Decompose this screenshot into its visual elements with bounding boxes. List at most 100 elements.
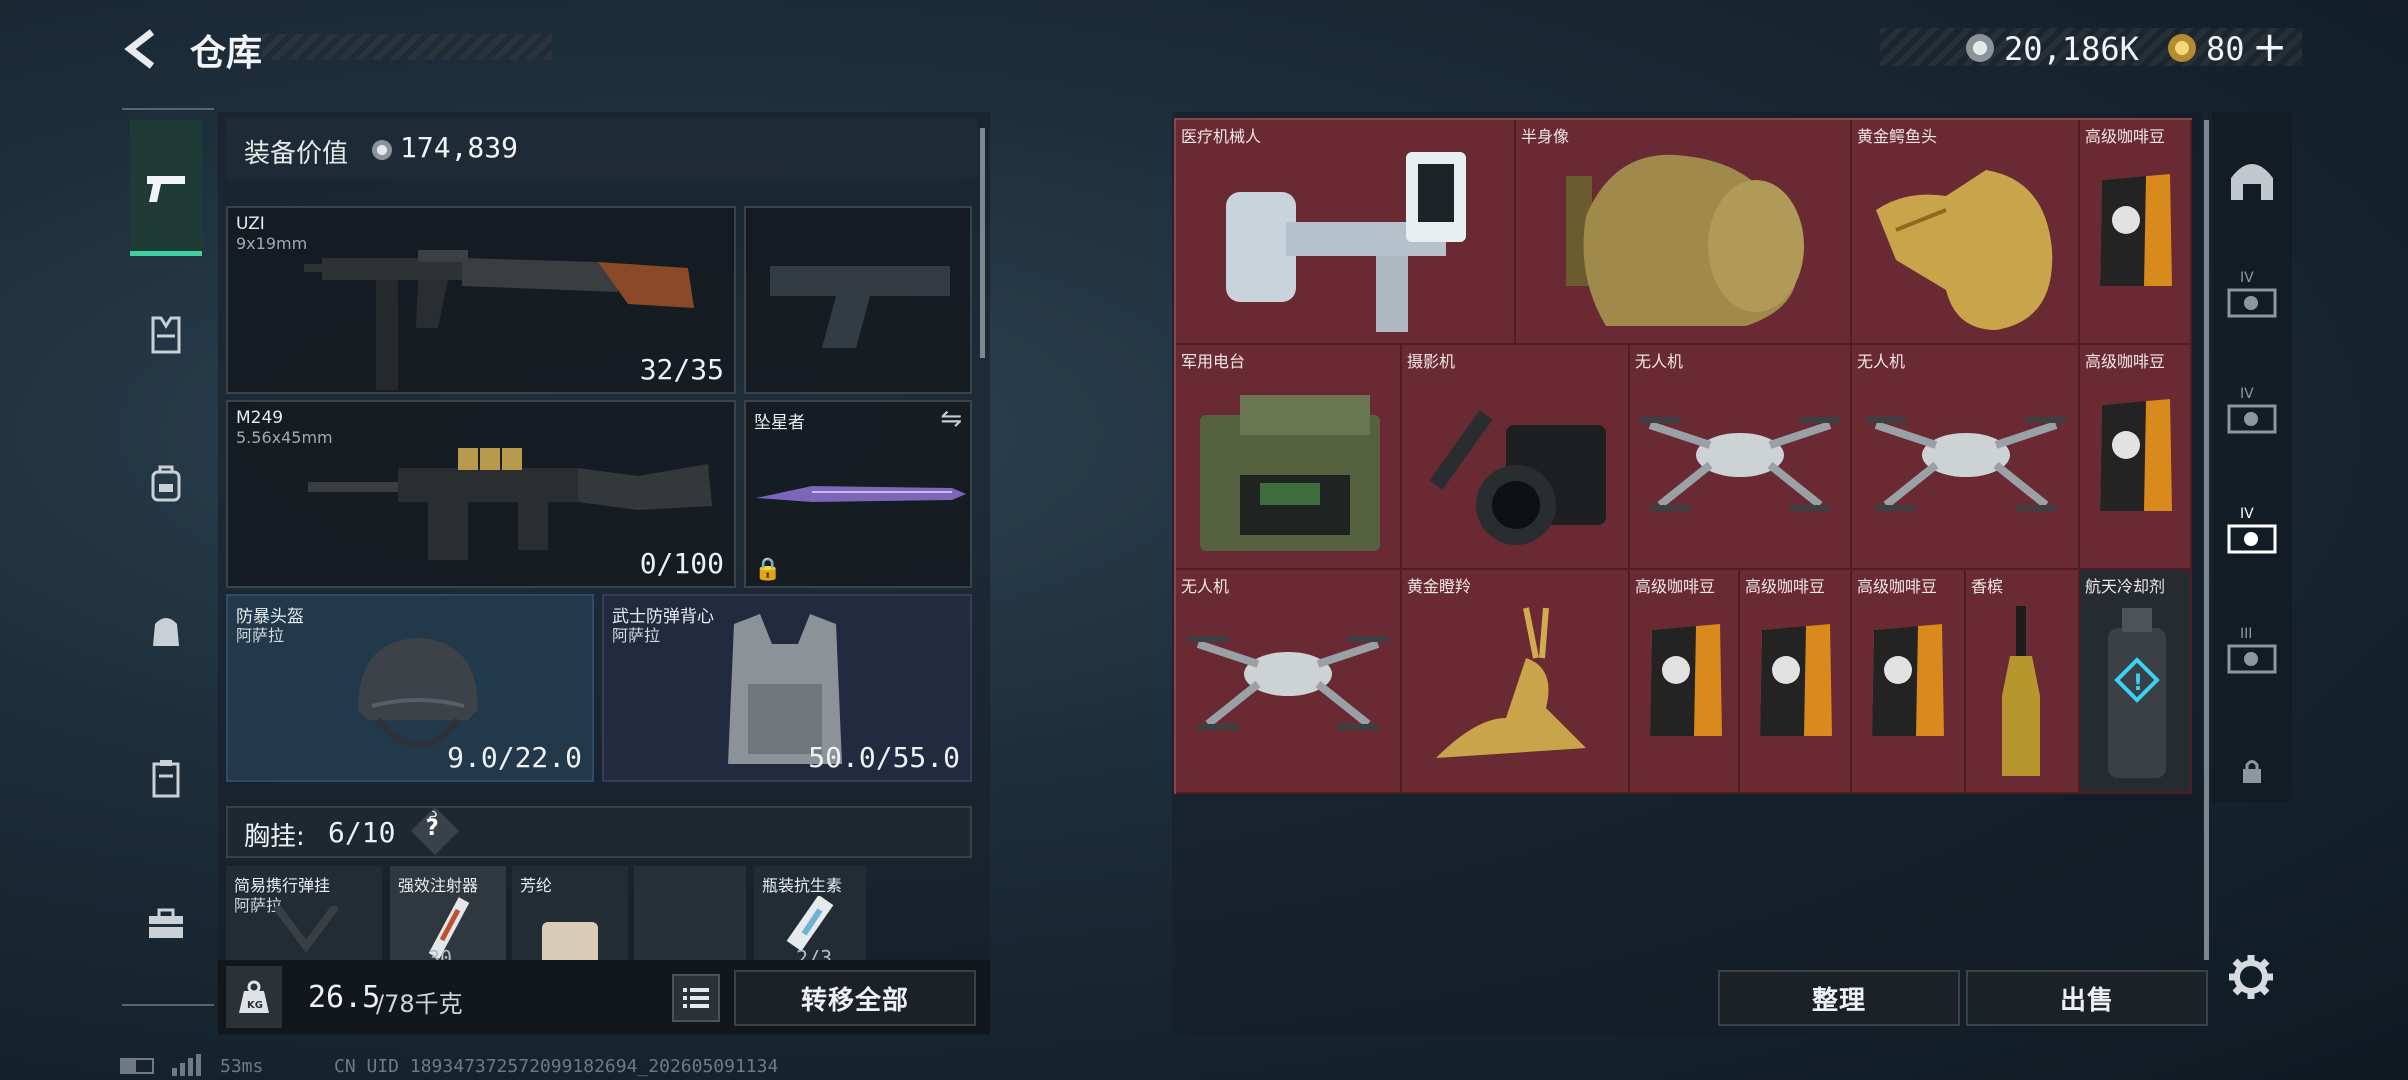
svg-text:!: ! <box>2133 671 2143 696</box>
side-nav-toolbox-tab[interactable] <box>130 890 202 962</box>
side-nav-weapons-tab[interactable] <box>130 120 202 256</box>
title-underline-decoration <box>262 34 552 60</box>
coffee-bag-icon <box>2100 174 2172 286</box>
pouch-icon <box>153 618 179 646</box>
side-nav-armor-tab[interactable] <box>130 300 202 372</box>
stash-item[interactable]: 高级咖啡豆 <box>1740 570 1852 794</box>
case-icon <box>152 760 180 798</box>
help-icon: ? <box>426 816 439 841</box>
weapon-name: M249 <box>236 408 284 428</box>
stash-item[interactable]: 高级咖啡豆 <box>2080 120 2192 345</box>
stash-item[interactable]: 黄金瞪羚 <box>1402 570 1630 794</box>
settings-button[interactable] <box>2226 952 2276 1002</box>
stash-item[interactable]: 无人机 <box>1630 345 1852 570</box>
side-nav-case-tab[interactable] <box>130 744 202 816</box>
currency-amount: 20,186K <box>2004 30 2139 68</box>
melee-slot[interactable]: 坠星者 ⇋ 🔒 <box>744 400 972 588</box>
equipment-value: 174,839 <box>400 131 519 164</box>
back-button[interactable] <box>118 26 164 72</box>
rig-item-slot[interactable]: 简易携行弹挂 阿萨拉 <box>226 866 382 966</box>
list-view-button[interactable] <box>672 974 720 1022</box>
stash-tab-iv-3-active[interactable]: IV <box>2216 498 2288 570</box>
item-label: 军用电台 <box>1181 352 1246 371</box>
stash-item[interactable]: 黄金鳄鱼头 <box>1852 120 2080 345</box>
stash-item[interactable]: 无人机 <box>1852 345 2080 570</box>
bust-icon <box>1566 154 1804 326</box>
coffee-bag-icon <box>1872 624 1944 736</box>
rig-item-name: 芳纶 <box>520 876 553 895</box>
item-label: 高级咖啡豆 <box>1745 577 1826 596</box>
transfer-all-button[interactable]: 转移全部 <box>734 970 976 1026</box>
item-label: 无人机 <box>1181 577 1230 596</box>
stash-item[interactable]: 高级咖啡豆 <box>2080 345 2192 570</box>
drone-icon <box>1866 417 2066 511</box>
helmet-slot[interactable]: 防暴头盔 阿萨拉 9.0/22.0 <box>226 594 594 782</box>
item-label: 高级咖啡豆 <box>2085 352 2166 371</box>
item-label: 摄影机 <box>1407 352 1456 371</box>
military-radio-icon <box>1200 395 1380 551</box>
armor-sub: 阿萨拉 <box>612 626 661 645</box>
item-label: 无人机 <box>1857 352 1906 371</box>
side-nav-pouch-tab[interactable] <box>130 596 202 668</box>
vest-icon <box>151 316 181 354</box>
weapon-slot-secondary[interactable] <box>744 206 972 394</box>
rig-item-slot-empty[interactable] <box>634 866 746 966</box>
stash-tab-iv-2[interactable]: IV <box>2216 378 2288 450</box>
armor-durability: 50.0/55.0 <box>808 741 960 774</box>
item-label: 香槟 <box>1971 577 2004 596</box>
item-label: 高级咖啡豆 <box>1635 577 1716 596</box>
weight-badge: KG <box>226 966 282 1028</box>
rig-harness-icon <box>272 906 340 953</box>
stash-item[interactable]: 高级咖啡豆 <box>1630 570 1740 794</box>
weight-max: /78千克 <box>376 990 463 1018</box>
helmet-sub: 阿萨拉 <box>236 626 285 645</box>
stash-tab-main[interactable] <box>2216 144 2288 216</box>
signal-icon <box>172 1054 202 1076</box>
stash-item[interactable]: 摄影机 <box>1402 345 1630 570</box>
stash-tab-iv-1[interactable]: IV <box>2216 262 2288 334</box>
weapon-slot-primary[interactable]: UZI 9x19mm 32/35 <box>226 206 736 394</box>
weapon-name: UZI <box>236 214 265 234</box>
video-camera-icon <box>1429 410 1606 545</box>
toolbox-icon <box>149 908 183 938</box>
stash-tab-iii[interactable]: III <box>2216 618 2288 690</box>
melee-name: 坠星者 <box>754 413 805 433</box>
stash-item[interactable]: 无人机 <box>1176 570 1402 794</box>
swap-icon[interactable]: ⇋ <box>940 404 962 434</box>
rig-item-slot[interactable]: 强效注射器 30 <box>390 866 506 966</box>
panel-scrollbar[interactable] <box>980 128 985 358</box>
pistol-silhouette-icon <box>770 266 950 348</box>
rig-item-slot[interactable]: 瓶装抗生素 2/3 <box>754 866 866 966</box>
coffee-bag-icon <box>2100 399 2172 511</box>
sort-button[interactable]: 整理 <box>1718 970 1960 1026</box>
stash-tab-locked[interactable] <box>2216 744 2288 800</box>
rig-item-name: 瓶装抗生素 <box>762 876 843 895</box>
rig-item-name: 强效注射器 <box>398 876 479 895</box>
premium-amount: 80 <box>2206 30 2245 68</box>
armor-slot[interactable]: 武士防弹背心 阿萨拉 50.0/55.0 <box>602 594 972 782</box>
premium-add-button[interactable]: + <box>2252 22 2287 71</box>
weapon-ammo: 0/100 <box>639 547 724 580</box>
item-label: 高级咖啡豆 <box>1857 577 1938 596</box>
key-card-icon <box>2227 644 2277 674</box>
gold-crocodile-head-icon <box>1876 170 2053 330</box>
stash-item[interactable]: 医疗机械人 <box>1176 120 1516 345</box>
side-nav-backpack-tab[interactable] <box>130 448 202 520</box>
rig-item-slot[interactable]: 芳纶 <box>512 866 628 966</box>
uid-text: CN UID 1893473725720991826​94_2026050911… <box>334 1056 779 1077</box>
weapon-slot-secondary-primary[interactable]: M249 5.56x45mm 0/100 <box>226 400 736 588</box>
weapon-caliber: 9x19mm <box>236 234 308 253</box>
stash-item-rare[interactable]: 航天冷却剂 ! <box>2080 570 2192 794</box>
key-card-icon <box>2227 288 2277 318</box>
stash-scrollbar[interactable] <box>2204 120 2209 960</box>
stash-item[interactable]: 香槟 <box>1966 570 2080 794</box>
coffee-bag-icon <box>1650 624 1722 736</box>
drone-icon <box>1188 636 1388 730</box>
stash-item[interactable]: 高级咖啡豆 <box>1852 570 1966 794</box>
stash-item[interactable]: 半身像 <box>1516 120 1852 345</box>
gear-icon <box>2229 955 2273 999</box>
stash-item[interactable]: 军用电台 <box>1176 345 1402 570</box>
arch-icon <box>2231 164 2273 200</box>
sell-button[interactable]: 出售 <box>1966 970 2208 1026</box>
gold-gazelle-icon <box>1436 607 1586 758</box>
